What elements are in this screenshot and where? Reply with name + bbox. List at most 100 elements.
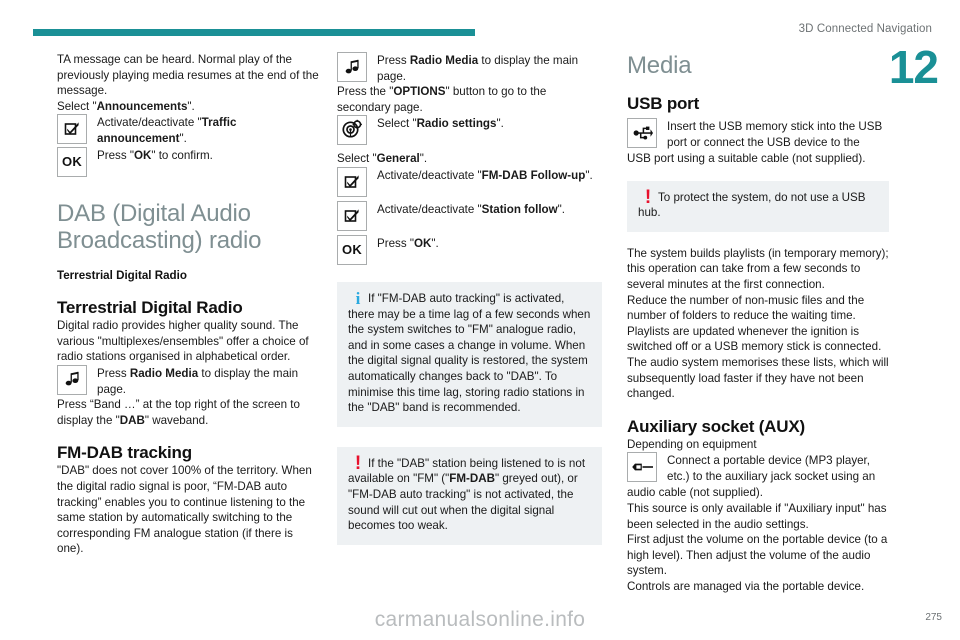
- text-bold: FM-DAB Follow-up: [481, 168, 586, 182]
- left-intro-paragraph: TA message can be heard. Normal play of …: [57, 53, 319, 98]
- text-bold: DAB: [119, 413, 145, 427]
- manual-page: 3D Connected Navigation 12 TA message ca…: [0, 0, 960, 640]
- step-radio-media-left: Press Radio Media to display the main pa…: [57, 364, 322, 397]
- step-text: Activate/deactivate "Station follow".: [377, 201, 602, 218]
- text-prefix: Select ": [377, 117, 417, 131]
- right-body-5: First adjust the volume on the portable …: [627, 533, 888, 578]
- checkbox-checked-icon[interactable]: [337, 166, 367, 197]
- jack-plug-icon[interactable]: [627, 452, 657, 483]
- callout-text: To protect the system, do not use a USB …: [638, 190, 866, 220]
- footer-page-number: 275: [925, 612, 942, 623]
- section-title-media: Media: [627, 52, 692, 79]
- step-text: Insert the USB memory stick into the USB…: [667, 120, 883, 149]
- step-aux-connect: Connect a portable device (MP3 player, e…: [627, 452, 889, 485]
- sub-title-fm-dab-tracking: FM-DAB tracking: [57, 443, 192, 463]
- text-suffix: " waveband.: [144, 413, 209, 427]
- ok-label: OK: [62, 154, 82, 170]
- sub-title-aux-socket: Auxiliary socket (AUX): [627, 416, 805, 436]
- text-suffix: ".: [496, 117, 504, 131]
- right-depending-on-equipment: Depending on equipment: [627, 437, 757, 451]
- step-text: Connect a portable device (MP3 player, e…: [667, 454, 876, 483]
- column-middle: Press Radio Media to display the main pa…: [337, 52, 602, 545]
- text-prefix: Press ": [377, 236, 414, 250]
- text-bold: OPTIONS: [393, 85, 446, 99]
- mini-title-terrestrial: Terrestrial Digital Radio: [57, 268, 187, 282]
- left-select-announcements: Select "Announcements".: [57, 99, 322, 115]
- text-suffix: " to confirm.: [151, 148, 213, 162]
- right-aux-continued: audio cable (not supplied).: [627, 486, 763, 500]
- text-suffix: ".: [557, 202, 565, 216]
- text-prefix: Press: [377, 54, 410, 67]
- left-body-2: Press “Band …” at the top right of the s…: [57, 397, 322, 428]
- text-suffix: ".: [419, 152, 428, 166]
- info-icon: i: [355, 288, 361, 308]
- text-suffix: ".: [187, 99, 195, 113]
- right-body-1: The system builds playlists (in temporar…: [627, 246, 889, 291]
- callout-text: If "FM-DAB auto tracking" is activated, …: [348, 291, 591, 415]
- page-title: 3D Connected Navigation: [798, 23, 932, 35]
- info-callout-fm-dab: i If "FM-DAB auto tracking" is activated,…: [337, 281, 602, 427]
- left-body-1: Digital radio provides higher quality so…: [57, 319, 309, 364]
- header-rule: [33, 29, 475, 36]
- right-body-3: Playlists are updated whenever the ignit…: [627, 324, 889, 401]
- text-suffix: ".: [431, 236, 439, 250]
- text-prefix: Select ": [337, 152, 377, 166]
- checkbox-checked-icon[interactable]: [57, 114, 87, 145]
- column-right: Media USB port Insert the USB memory sti…: [627, 52, 889, 594]
- usb-icon[interactable]: [627, 118, 657, 148]
- step-traffic-announcement: Activate/deactivate "Traffic announcemen…: [57, 114, 322, 146]
- radio-settings-icon[interactable]: [337, 115, 367, 146]
- step-station-follow: Activate/deactivate "Station follow".: [337, 200, 602, 235]
- step-ok-middle: OK Press "OK".: [337, 234, 602, 268]
- music-note-icon[interactable]: [337, 52, 367, 82]
- step-text: Press Radio Media to display the main pa…: [377, 52, 602, 84]
- step-text: Activate/deactivate "FM-DAB Follow-up".: [377, 167, 602, 184]
- chapter-number: 12: [888, 41, 939, 93]
- step-text: Press "OK" to confirm.: [97, 147, 322, 164]
- text-bold: OK: [133, 148, 152, 162]
- step-text: Activate/deactivate "Traffic announcemen…: [97, 114, 322, 146]
- text-bold: Station follow: [481, 202, 558, 216]
- text-suffix: ".: [585, 168, 593, 182]
- ok-button-icon[interactable]: OK: [337, 234, 367, 265]
- text-bold: Announcements: [96, 99, 188, 113]
- text-bold: OK: [413, 236, 432, 250]
- section-title-dab: DAB (Digital Audio Broadcasting) radio: [57, 199, 262, 254]
- warning-callout-usb-hub: ! To protect the system, do not use a USB…: [627, 180, 889, 232]
- text-prefix: Press ": [97, 148, 134, 162]
- step-text: Press Radio Media to display the main pa…: [97, 365, 322, 397]
- step-usb-insert: Insert the USB memory stick into the USB…: [627, 118, 889, 151]
- warning-icon: !: [354, 452, 362, 474]
- text-prefix: Activate/deactivate ": [377, 202, 482, 216]
- right-usb-continued: USB port using a suitable cable (not sup…: [627, 152, 866, 165]
- right-body-2: Reduce the number of non-music files and…: [627, 293, 865, 323]
- column-left: TA message can be heard. Normal play of …: [57, 52, 322, 557]
- step-fm-dab-follow-up: Activate/deactivate "FM-DAB Follow-up".: [337, 166, 602, 201]
- text-prefix: Press: [97, 366, 130, 380]
- step-text: Select "Radio settings".: [377, 115, 602, 132]
- text-bold: General: [376, 152, 420, 166]
- sub-title-usb-port: USB port: [627, 94, 700, 113]
- step-radio-settings: Select "Radio settings".: [337, 115, 602, 151]
- warning-callout-dab: ! If the "DAB" station being listened to …: [337, 446, 602, 545]
- left-body-3: "DAB" does not cover 100% of the territo…: [57, 464, 312, 556]
- text-bold: Radio Media: [129, 366, 199, 380]
- text-bold: Radio settings: [416, 117, 497, 131]
- music-note-icon[interactable]: [57, 364, 87, 395]
- checkbox-checked-icon[interactable]: [337, 200, 367, 231]
- ok-button-icon[interactable]: OK: [57, 146, 87, 177]
- callout-body: i If "FM-DAB auto tracking" is activated,…: [348, 288, 591, 416]
- text-prefix: Select ": [57, 99, 97, 113]
- warning-icon: !: [644, 186, 652, 208]
- callout-body: ! If the "DAB" station being listened to …: [348, 452, 591, 534]
- text-suffix: ".: [179, 131, 187, 145]
- right-body-6: Controls are managed via the portable de…: [627, 579, 865, 593]
- ok-label: OK: [342, 242, 362, 258]
- footer-brand: carmanualsonline.info: [374, 608, 586, 631]
- callout-text-bold: FM-DAB: [449, 472, 495, 486]
- step-text: Press "OK".: [377, 235, 602, 252]
- text-prefix: Activate/deactivate ": [97, 116, 202, 130]
- text-prefix: Activate/deactivate ": [377, 168, 482, 182]
- middle-select-general: Select "General".: [337, 151, 602, 167]
- sub-title-terrestrial: Terrestrial Digital Radio: [57, 298, 243, 318]
